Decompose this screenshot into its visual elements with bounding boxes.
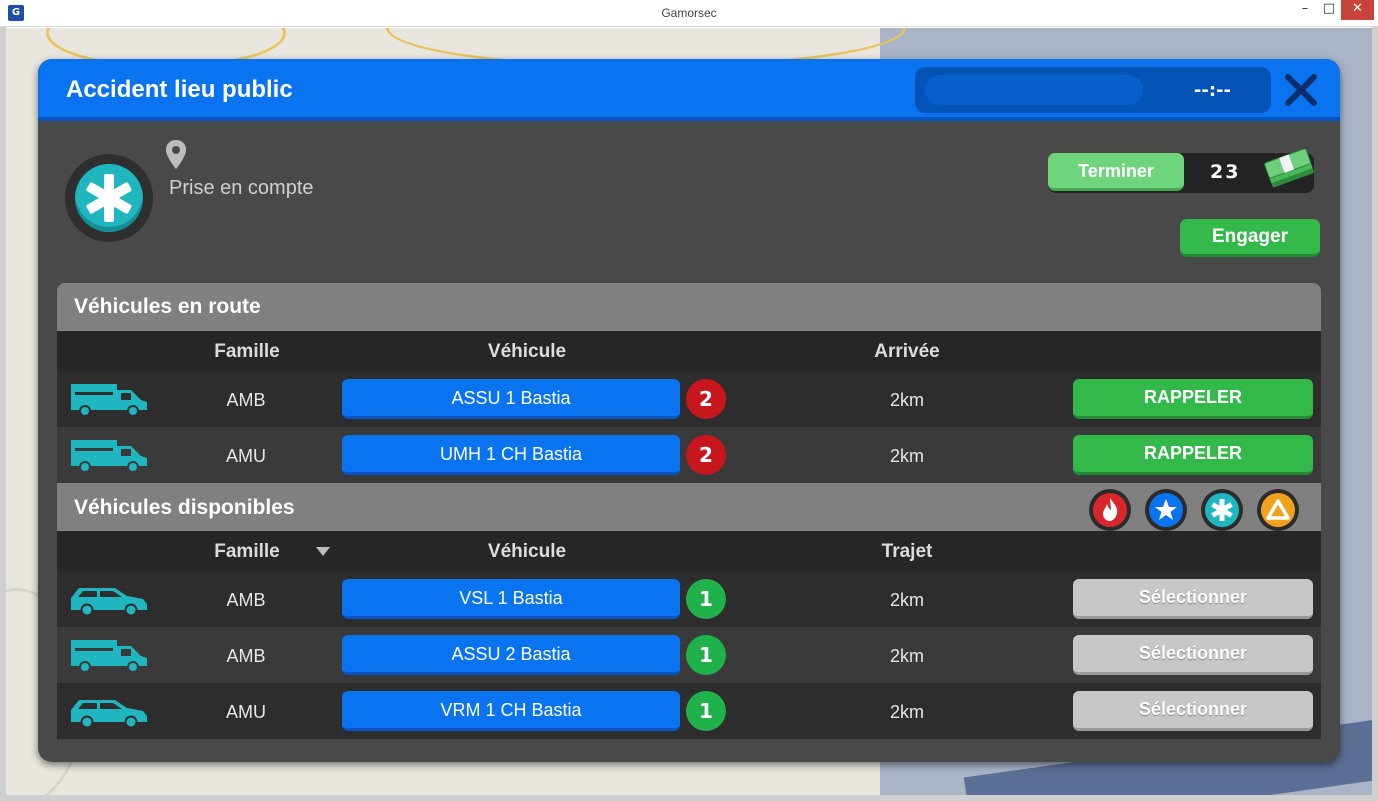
maximize-button[interactable]: □	[1316, 0, 1342, 20]
en-route-title: Véhicules en route	[74, 295, 261, 318]
medical-car-icon	[71, 588, 147, 617]
en-route-section: Véhicules en route	[57, 283, 1321, 331]
hazard-triangle-filter-icon[interactable]	[1257, 489, 1299, 531]
row-famille: AMB	[226, 646, 266, 666]
ambulance-truck-icon	[71, 384, 147, 417]
en-route-row: AMB ASSU 1 Bastia 2 2km RAPPELER	[57, 371, 1321, 427]
selectionner-button[interactable]: Sélectionner	[1073, 579, 1313, 619]
col-vehicule: Véhicule	[487, 341, 567, 362]
money-stack-icon	[1264, 149, 1314, 188]
modal-header: Accident lieu public --:--	[38, 59, 1340, 121]
vehicle-button[interactable]: ASSU 1 Bastia	[342, 379, 680, 419]
window-close-button[interactable]: ✕	[1341, 0, 1374, 20]
incident-modal: Accident lieu public --:-- Prise en comp…	[38, 59, 1340, 762]
ambulance-truck-icon	[71, 640, 147, 673]
rappeler-button[interactable]: RAPPELER	[1073, 379, 1313, 419]
vehicle-button[interactable]: ASSU 2 Bastia	[342, 635, 680, 675]
disponible-row: AMU VRM 1 CH Bastia 1 2km Sélectionner	[57, 683, 1321, 739]
vehicle-button[interactable]: VRM 1 CH Bastia	[342, 691, 680, 731]
minimize-button[interactable]: –	[1292, 0, 1318, 20]
fire-filter-icon[interactable]	[1089, 489, 1131, 531]
rappeler-button[interactable]: RAPPELER	[1073, 435, 1313, 475]
row-distance: 2km	[889, 446, 924, 466]
disponibles-header-row: Famille Véhicule Trajet	[57, 531, 1321, 571]
col-famille[interactable]: Famille	[187, 541, 307, 563]
window-titlebar: G Gamorsec – □ ✕	[0, 0, 1378, 27]
medical-emergency-icon	[65, 154, 153, 242]
col-vehicule: Véhicule	[487, 541, 567, 562]
sort-down-icon[interactable]	[316, 547, 330, 556]
vehicle-count-badge: 2	[686, 379, 726, 419]
vehicle-count-badge: 2	[686, 435, 726, 475]
disponibles-section: Véhicules disponibles	[57, 483, 1321, 531]
en-route-header-row: Famille Véhicule Arrivée	[57, 331, 1321, 371]
timer-progress-bar	[925, 75, 1143, 105]
vehicle-count-badge: 1	[686, 691, 726, 731]
timer-value: --:--	[1193, 80, 1231, 101]
engager-button[interactable]: Engager	[1180, 219, 1320, 257]
row-famille: AMB	[226, 390, 266, 410]
incident-title: Accident lieu public	[66, 76, 293, 103]
reward-amount: 23	[1210, 161, 1241, 183]
col-trajet: Trajet	[881, 541, 933, 562]
row-distance: 2km	[889, 590, 924, 610]
selectionner-button[interactable]: Sélectionner	[1073, 691, 1313, 731]
vehicle-button[interactable]: VSL 1 Bastia	[342, 579, 680, 619]
row-distance: 2km	[889, 646, 924, 666]
disponible-row: AMB VSL 1 Bastia 1 2km Sélectionner	[57, 571, 1321, 627]
en-route-row: AMU UMH 1 CH Bastia 2 2km RAPPELER	[57, 427, 1321, 483]
window-title: Gamorsec	[661, 6, 717, 20]
timer-panel: --:--	[915, 67, 1271, 113]
col-famille: Famille	[214, 341, 280, 362]
selectionner-button[interactable]: Sélectionner	[1073, 635, 1313, 675]
terminer-panel: Terminer 23	[1048, 149, 1314, 193]
location-pin-icon[interactable]	[164, 139, 188, 171]
police-star-filter-icon[interactable]	[1145, 489, 1187, 531]
col-arrivee: Arrivée	[874, 341, 940, 362]
vehicle-count-badge: 1	[686, 635, 726, 675]
row-famille: AMB	[226, 590, 266, 610]
vehicle-count-badge: 1	[686, 579, 726, 619]
row-distance: 2km	[889, 702, 924, 722]
disponibles-title: Véhicules disponibles	[74, 496, 295, 519]
ambulance-truck-icon	[71, 440, 147, 473]
row-famille: AMU	[226, 446, 266, 466]
row-famille: AMU	[226, 702, 266, 722]
row-distance: 2km	[889, 390, 924, 410]
disponible-row: AMB ASSU 2 Bastia 1 2km Sélectionner	[57, 627, 1321, 683]
incident-status: Prise en compte	[169, 177, 314, 199]
close-icon[interactable]	[1282, 71, 1320, 109]
medical-filter-icon[interactable]	[1201, 489, 1243, 531]
medical-car-icon	[71, 700, 147, 729]
vehicle-button[interactable]: UMH 1 CH Bastia	[342, 435, 680, 475]
terminer-button[interactable]: Terminer	[1048, 153, 1184, 191]
